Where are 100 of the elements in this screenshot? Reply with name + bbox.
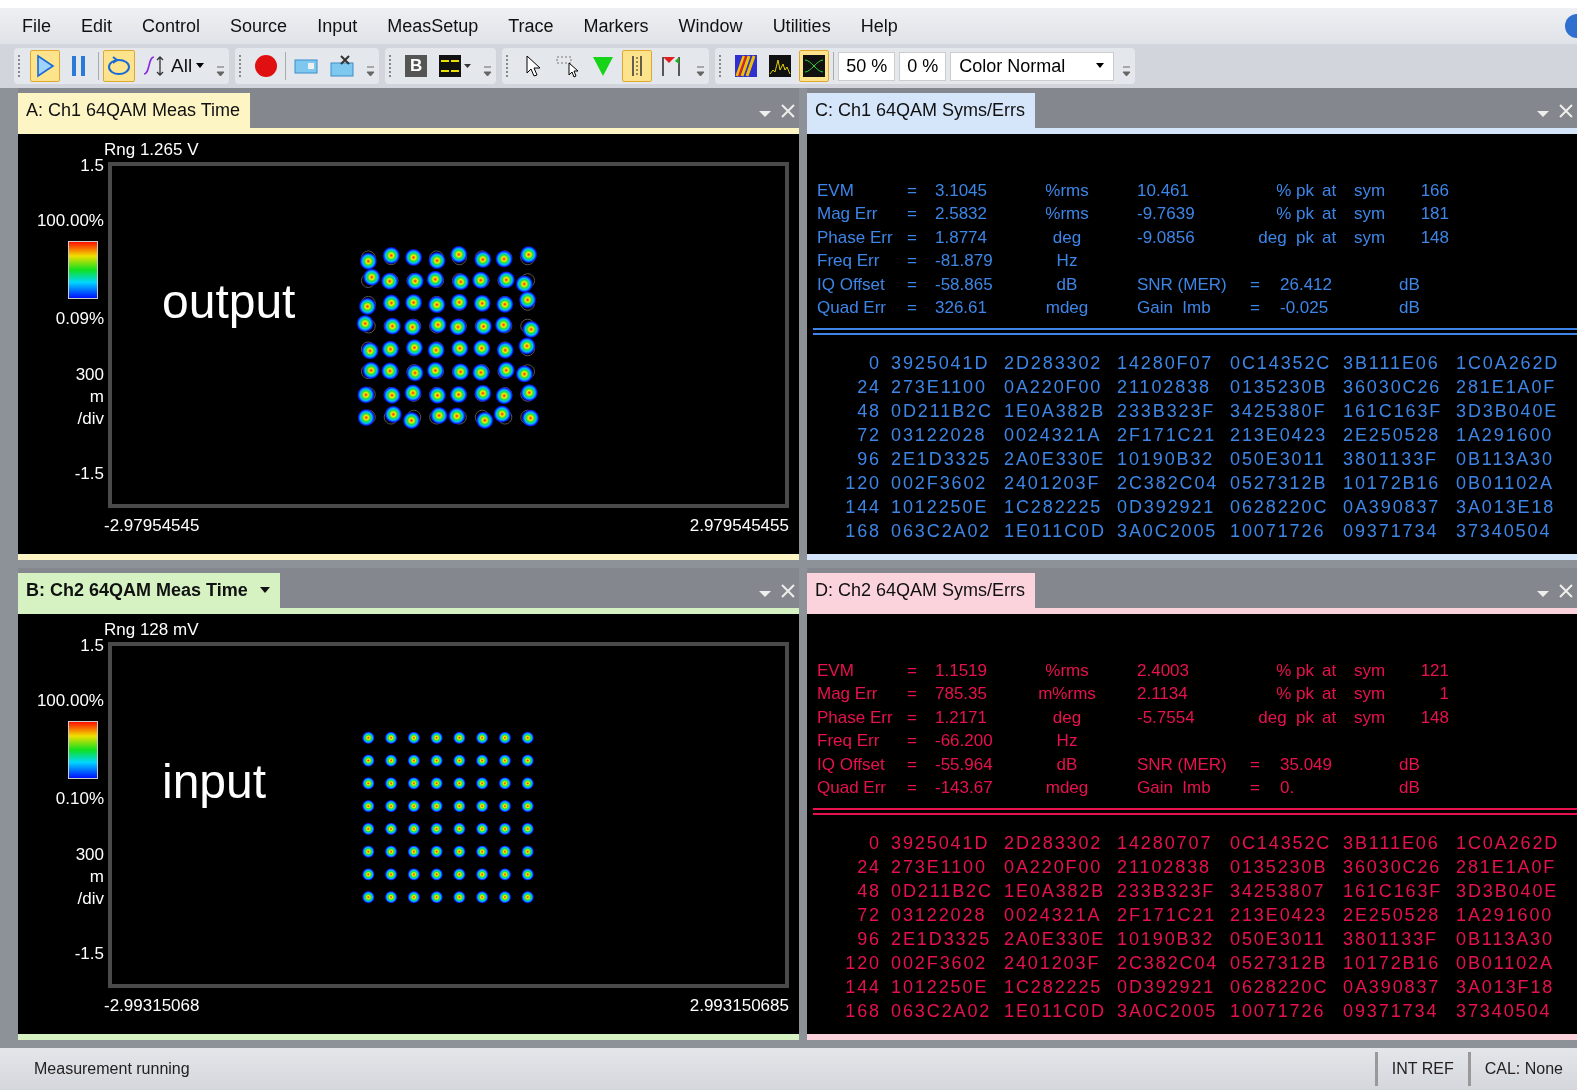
- symbol-value: 0628220C: [1229, 497, 1330, 519]
- metric-text: 10.461: [1136, 180, 1189, 201]
- symbol-index: 72: [856, 905, 881, 927]
- dropdown-icon[interactable]: [1537, 110, 1549, 118]
- percent-field[interactable]: 0 %: [899, 51, 947, 81]
- metric-text: dB: [1056, 274, 1078, 295]
- metric-text: %rms: [1045, 204, 1089, 225]
- symbol-value: 0D211B2C: [890, 881, 994, 903]
- symbol-value: 2D283302: [1003, 833, 1104, 855]
- menu-item[interactable]: Edit: [81, 15, 113, 37]
- help-icon[interactable]: [1563, 13, 1577, 39]
- metric-text: deg pk: [1258, 227, 1314, 248]
- menu-item[interactable]: Source: [230, 15, 288, 37]
- close-icon[interactable]: [781, 584, 795, 598]
- symbol-value: 0A220F00: [1003, 377, 1104, 399]
- metric-text: =: [907, 660, 917, 681]
- axis-label: -1.5: [74, 464, 104, 484]
- percent-field[interactable]: 50 %: [838, 51, 896, 81]
- symbol-value: 2A0E330E: [1003, 929, 1107, 951]
- symbol-value: 1E011C0D: [1003, 521, 1107, 543]
- menu-item[interactable]: Control: [142, 15, 201, 37]
- metric-text: Quad Err: [817, 778, 886, 799]
- division-label: /div: [77, 408, 104, 429]
- symbol-value: 3A013F18: [1455, 977, 1556, 999]
- symbol-index: 144: [844, 977, 881, 999]
- symbol-value: 063C2A02: [890, 521, 993, 543]
- dropdown-icon[interactable]: [1537, 590, 1549, 598]
- symbol-value: 2F171C21: [1116, 425, 1218, 447]
- color-mode-dropdown[interactable]: Color Normal: [950, 51, 1115, 81]
- overflow-icon[interactable]: [366, 65, 376, 77]
- dropdown-icon[interactable]: [759, 110, 771, 118]
- metric-text: Freq Err: [817, 731, 880, 752]
- menu-item[interactable]: Trace: [508, 15, 554, 37]
- close-icon[interactable]: [1559, 584, 1573, 598]
- caret-icon[interactable]: [259, 587, 270, 594]
- metric-text: mdeg: [1045, 298, 1089, 319]
- metric-text: 148: [1420, 707, 1449, 728]
- scale-label: 0.10%: [55, 789, 104, 810]
- symbol-value: 3925041D: [890, 833, 991, 855]
- metric-text: =: [1250, 778, 1260, 799]
- metric-text: at: [1321, 204, 1337, 225]
- menu-item[interactable]: Help: [860, 15, 898, 37]
- symbol-value: 1C282225: [1003, 977, 1104, 999]
- metric-text: =: [1250, 274, 1260, 295]
- scope-button[interactable]: [799, 50, 830, 82]
- overflow-icon[interactable]: [696, 65, 706, 77]
- symbol-index: 48: [856, 881, 881, 903]
- menu-item[interactable]: MeasSetup: [387, 15, 479, 37]
- scope-icon: [802, 54, 827, 78]
- symbol-index: 96: [856, 929, 881, 951]
- symbol-value: 3801133F: [1342, 929, 1439, 951]
- close-icon[interactable]: [1559, 104, 1573, 118]
- panel-tab[interactable]: C: Ch1 64QAM Syms/Errs: [807, 93, 1036, 128]
- menu-item[interactable]: Markers: [583, 15, 649, 37]
- overflow-icon[interactable]: [216, 65, 226, 77]
- panel-tab[interactable]: D: Ch2 64QAM Syms/Errs: [807, 573, 1036, 608]
- symbol-value: 10172B16: [1342, 953, 1442, 975]
- metric-text: =: [1250, 754, 1260, 775]
- symbol-value: 0B113A30: [1455, 929, 1555, 951]
- dropdown-icon[interactable]: [759, 590, 771, 598]
- symbol-index: 144: [844, 497, 881, 519]
- metric-text: Freq Err: [817, 251, 880, 272]
- trace-label: output: [162, 274, 296, 329]
- menu-item[interactable]: File: [22, 15, 51, 37]
- metric-text: SNR (MER): [1137, 754, 1227, 775]
- play-icon: [34, 54, 56, 78]
- metric-text: -0.025: [1280, 298, 1329, 319]
- loop-button[interactable]: [103, 50, 135, 82]
- close-icon[interactable]: [781, 104, 795, 118]
- panel-tab[interactable]: B: Ch2 64QAM Meas Time: [18, 573, 280, 608]
- symbol-value: 09371734: [1342, 1001, 1440, 1023]
- menu-item[interactable]: Utilities: [772, 15, 831, 37]
- metric-text: at: [1321, 684, 1337, 705]
- symbol-value: 0527312B: [1229, 473, 1329, 495]
- panel-tab[interactable]: A: Ch1 64QAM Meas Time: [18, 93, 251, 128]
- menu-item[interactable]: Window: [678, 15, 743, 37]
- caret-icon: [195, 63, 206, 69]
- symbol-index: 24: [856, 377, 881, 399]
- axis-label: 2.993150685: [689, 996, 789, 1016]
- metric-text: Phase Err: [817, 227, 893, 248]
- metric-text: 26.412: [1280, 274, 1332, 295]
- overflow-icon[interactable]: [1122, 65, 1132, 77]
- metric-text: 2.5832: [935, 204, 987, 225]
- menu-item[interactable]: Input: [317, 15, 358, 37]
- loop-icon: [106, 54, 132, 78]
- metric-text: -5.7554: [1136, 707, 1195, 728]
- symbol-value: 14280707: [1116, 833, 1214, 855]
- metric-text: % pk: [1276, 180, 1314, 201]
- symbol-value: 3D3B040E: [1455, 881, 1559, 903]
- spectrogram-icon: [734, 54, 759, 78]
- bars-button[interactable]: [622, 50, 653, 82]
- division-label: m: [89, 386, 104, 407]
- color-scale-bar: [68, 721, 98, 780]
- record-icon: [254, 54, 279, 78]
- symbol-value: 0135230B: [1229, 377, 1329, 399]
- symbol-index: 168: [844, 521, 881, 543]
- symbol-value: 1E011C0D: [1003, 1001, 1107, 1023]
- play-button[interactable]: [30, 50, 60, 82]
- overflow-icon[interactable]: [483, 65, 493, 77]
- division-label: 300: [75, 844, 104, 865]
